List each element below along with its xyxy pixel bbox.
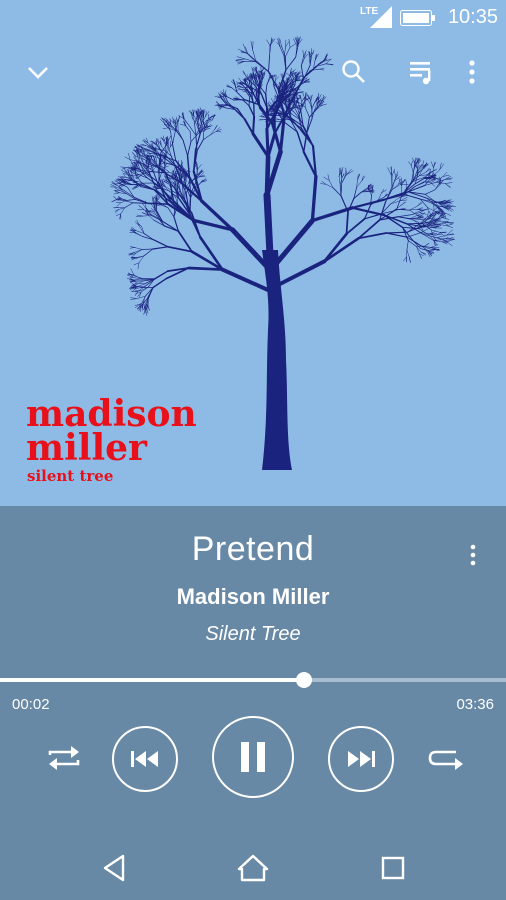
previous-icon [131,751,158,767]
nav-back-button[interactable] [94,848,134,888]
progress-thumb[interactable] [295,672,312,688]
progress-fill [0,678,304,682]
repeat-button[interactable] [424,740,468,776]
more-button[interactable] [452,52,492,92]
repeat-icon [428,750,463,770]
nav-home-button[interactable] [233,848,273,888]
collapse-button[interactable] [18,52,58,92]
queue-icon [410,62,431,85]
network-label: LTE [360,6,378,17]
next-button[interactable] [328,726,394,792]
track-album: Silent Tree [205,623,301,645]
signal-icon: LTE [360,6,392,28]
shuffle-button[interactable] [42,740,86,776]
shuffle-icon [48,746,80,770]
track-title: Pretend [191,530,315,568]
next-icon [348,751,375,767]
now-playing-panel: Pretend Madison Miller Silent Tree 00:02… [0,506,506,900]
nav-home-icon [237,854,269,882]
nav-recents-button[interactable] [373,848,413,888]
pause-icon [241,742,265,772]
status-bar: LTE 10:35 [0,0,506,34]
track-artist: Madison Miller [176,584,330,609]
more-icon [470,544,476,566]
search-button[interactable] [334,52,374,92]
queue-button[interactable] [402,52,442,92]
battery-icon [400,10,435,26]
previous-button[interactable] [112,726,178,792]
album-art-album-line: silent tree [27,467,114,485]
more-icon [469,60,475,84]
collapse-chevron-icon [28,67,48,79]
nav-recents-icon [381,856,405,880]
nav-back-icon [103,854,125,882]
status-time: 10:35 [447,6,498,28]
progress-track[interactable] [0,672,506,688]
album-art-artist-line2: miller [26,427,147,469]
track-menu-button[interactable] [460,542,486,568]
elapsed-time: 00:02 [12,696,50,713]
search-icon [342,60,365,83]
pause-button[interactable] [212,716,294,798]
total-time: 03:36 [456,696,494,713]
